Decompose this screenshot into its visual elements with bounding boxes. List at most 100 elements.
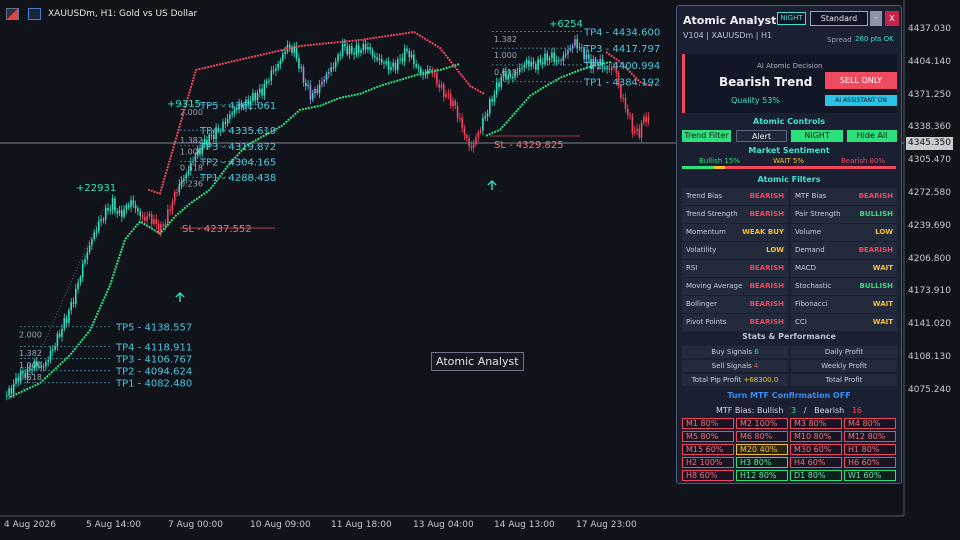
pip-profit-label: Total Pip Profit (691, 376, 742, 384)
ai-decision-box: AI Atomic Decision Bearish Trend Quality… (682, 54, 897, 113)
chart-menu-icon[interactable] (6, 8, 19, 20)
candle-body (484, 116, 486, 119)
sell-only-button[interactable]: SELL ONLY (825, 72, 897, 89)
version-label: V104 | XAUUSDm | H1 (683, 31, 773, 40)
candle-body (259, 88, 261, 93)
candle-body (91, 239, 93, 246)
pip-profit-row: Total Pip Profit +68300.0 (682, 374, 788, 386)
tp-label: TP5 - 4361.061 (199, 101, 276, 112)
price-tick: 4206.800 (908, 253, 951, 264)
pip-label: +9315 (167, 99, 201, 110)
filter-value: BEARISH (858, 192, 893, 200)
filter-row: Trend Bias BEARISH (682, 188, 788, 205)
candle-body (413, 54, 415, 65)
timeframe-box: H8 60% (682, 470, 734, 481)
candle-body (42, 366, 45, 368)
candle-body (15, 377, 17, 384)
candle-body (12, 383, 15, 394)
tp-label: TP2 - 4304.165 (199, 158, 276, 169)
filter-row: Trend Strength BEARISH (682, 206, 788, 223)
candle-body (357, 45, 360, 53)
candle-body (495, 82, 498, 95)
night-mode-button[interactable]: NIGHT (777, 12, 806, 25)
candle-body (81, 263, 84, 278)
candle-body (148, 214, 151, 216)
candle-body (640, 122, 643, 138)
decision-quality: Quality 53% (731, 96, 780, 105)
atomic-analyst-panel: Atomic Analyst NIGHT Standard - X V104 |… (676, 5, 902, 484)
trend-filter-button[interactable]: Trend Filter (682, 130, 731, 142)
candle-body (263, 83, 266, 96)
price-tick: 4272.580 (908, 188, 951, 198)
candle-body (307, 84, 309, 87)
candle-body (371, 49, 374, 56)
candle-body (102, 219, 105, 221)
candle-body (139, 211, 141, 216)
filter-value: BEARISH (749, 282, 784, 290)
mtf-bias-label: MTF Bias: (715, 406, 755, 415)
candle-body (401, 58, 404, 62)
candle-body (127, 205, 130, 208)
candle-body (491, 99, 493, 102)
candle-body (376, 57, 378, 60)
fib-label: 0.618 (494, 68, 517, 77)
candle-body (141, 215, 144, 218)
filter-label: MACD (795, 264, 816, 272)
tp-label: TP2 - 4094.624 (115, 367, 192, 378)
candle-body (65, 318, 68, 323)
timeframe-box: M2 100% (736, 418, 788, 429)
candle-body (318, 84, 321, 93)
timeframe-box: H1 80% (844, 444, 896, 455)
chart-symbol-icon[interactable] (28, 8, 41, 20)
hide-all-button[interactable]: Hide All (847, 130, 897, 142)
candle-body (406, 48, 408, 52)
filter-label: Momentum (686, 228, 726, 236)
filter-label: Pivot Points (686, 318, 727, 326)
candle-body (521, 67, 523, 69)
candle-body (325, 73, 328, 80)
fib-label: 0.618 (180, 164, 203, 173)
filter-row: MTF Bias BEARISH (791, 188, 897, 205)
close-button[interactable]: X (885, 11, 899, 26)
ai-assistant-button[interactable]: AI ASSISTANT ON (825, 95, 897, 106)
candle-body (576, 39, 578, 49)
mtf-bear-count: 16 (851, 406, 863, 415)
mtf-toggle-button[interactable]: Turn MTF Confirmation OFF (677, 391, 901, 400)
candle-body (397, 59, 399, 70)
filter-row: Momentum WEAK BUY (682, 224, 788, 241)
candle-body (627, 108, 629, 115)
fib-label: 1.382 (180, 136, 203, 145)
candle-body (302, 67, 305, 83)
candle-body (498, 82, 500, 87)
pip-profit-value: +68300.0 (743, 376, 779, 384)
price-tick: 4239.690 (908, 220, 951, 231)
candle-body (295, 46, 298, 59)
filter-value: BULLISH (859, 210, 893, 218)
timeframe-box: M6 80% (736, 431, 788, 442)
candle-body (461, 118, 463, 129)
filter-label: Demand (795, 246, 825, 254)
candle-body (493, 94, 496, 102)
timeframe-box: M15 60% (682, 444, 734, 455)
standard-mode-button[interactable]: Standard (810, 11, 868, 26)
candle-body (56, 333, 59, 346)
candle-body (79, 277, 82, 283)
candle-body (70, 302, 72, 311)
candle-body (643, 116, 645, 123)
candle-body (355, 45, 358, 55)
minimize-button[interactable]: - (870, 11, 882, 26)
candle-body (367, 47, 369, 50)
candle-body (277, 63, 279, 69)
night-toggle-button[interactable]: NIGHT (791, 130, 843, 142)
controls-title: Atomic Controls (753, 117, 825, 126)
candle-body (408, 51, 411, 58)
candle-body (104, 207, 107, 220)
candle-body (633, 130, 636, 133)
fib-label: 0.618 (19, 373, 42, 382)
alert-button[interactable]: Alert (736, 130, 787, 142)
filter-value: BEARISH (749, 264, 784, 272)
sl-label: SL - 4329.825 (494, 140, 564, 151)
chart-watermark: Atomic Analyst (431, 352, 524, 371)
filter-value: WAIT (872, 300, 893, 308)
candle-body (337, 54, 339, 62)
